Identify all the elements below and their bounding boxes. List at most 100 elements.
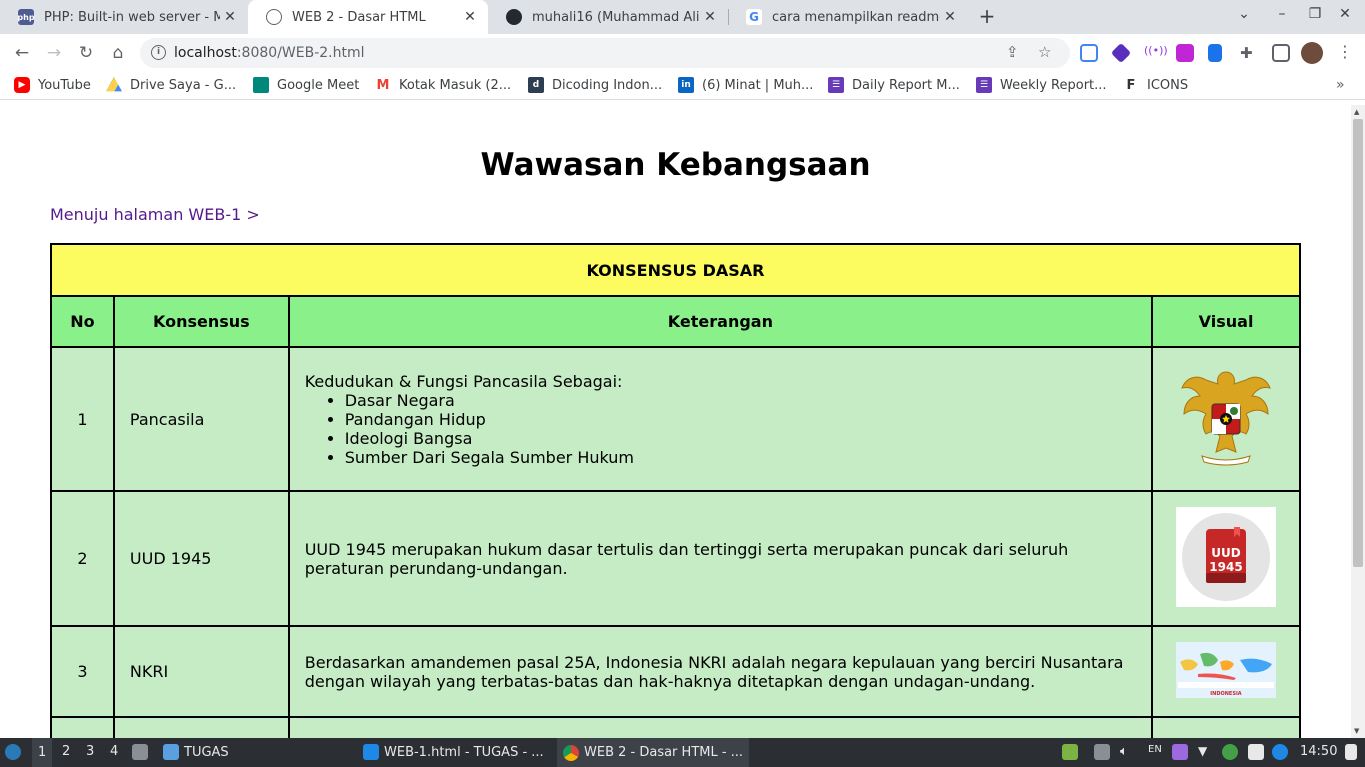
bookmark-weekly-report[interactable]: ☰ Weekly Report... bbox=[976, 77, 1107, 93]
tab-web2[interactable]: WEB 2 - Dasar HTML ✕ bbox=[248, 0, 488, 34]
forms-icon: ☰ bbox=[828, 77, 844, 93]
tab-strip: php PHP: Built-in web server - M ✕ WEB 2… bbox=[0, 0, 1365, 34]
extension-pen-icon[interactable] bbox=[1176, 44, 1194, 62]
scrollbar-thumb[interactable] bbox=[1353, 119, 1363, 567]
table-row: 3 NKRI Berdasarkan amandemen pasal 25A, … bbox=[50, 625, 1301, 718]
row-number bbox=[50, 716, 115, 738]
keterangan-text: UUD 1945 merupakan hukum dasar tertulis … bbox=[304, 539, 1069, 578]
start-menu-button[interactable] bbox=[5, 744, 26, 760]
back-button[interactable]: ← bbox=[11, 42, 33, 64]
reload-button[interactable]: ↻ bbox=[75, 42, 97, 64]
bookmark-icons[interactable]: F ICONS bbox=[1123, 77, 1188, 93]
share-icon[interactable]: ⇪ bbox=[1006, 43, 1019, 61]
site-info-icon[interactable]: i bbox=[151, 45, 166, 60]
scroll-down-icon[interactable]: ▼ bbox=[1354, 727, 1359, 735]
map-label: INDONESIA bbox=[1210, 691, 1242, 697]
minimize-button[interactable]: – bbox=[1272, 6, 1292, 22]
close-window-button[interactable]: ✕ bbox=[1335, 6, 1355, 22]
chrome-window[interactable]: WEB 2 - Dasar HTML - ... bbox=[557, 738, 750, 767]
bookmark-label: Dicoding Indon... bbox=[552, 77, 663, 93]
extension-docs-icon[interactable] bbox=[1080, 44, 1098, 62]
bookmark-gmail[interactable]: M Kotak Masuk (2... bbox=[375, 77, 511, 93]
bookmark-meet[interactable]: Google Meet bbox=[253, 77, 359, 93]
page-viewport: Wawasan Kebangsaan Menuju halaman WEB-1 … bbox=[0, 105, 1351, 738]
visual-cell: UUD 1945 bbox=[1151, 490, 1301, 627]
tab-search-chevron-icon[interactable]: ⌄ bbox=[1234, 6, 1254, 22]
address-bar[interactable]: i localhost:8080/WEB-2.html ⇪ ☆ bbox=[140, 38, 1070, 68]
gmail-icon: M bbox=[375, 77, 391, 93]
pen-icon[interactable] bbox=[1172, 744, 1188, 760]
close-icon[interactable]: ✕ bbox=[220, 9, 240, 25]
tab-github[interactable]: muhali16 (Muhammad Ali F ✕ bbox=[488, 0, 728, 34]
file-manager-launcher[interactable] bbox=[132, 744, 153, 760]
year-text: 1945 bbox=[1209, 560, 1242, 574]
keyboard-layout[interactable]: EN bbox=[1148, 744, 1162, 755]
notes-icon[interactable] bbox=[1248, 744, 1264, 760]
extension-translate-icon[interactable] bbox=[1208, 44, 1222, 62]
update-icon[interactable] bbox=[1062, 744, 1078, 760]
workspace-1[interactable]: 1 bbox=[32, 738, 53, 767]
folder-tugas-window[interactable]: TUGAS bbox=[163, 744, 229, 760]
bookmark-youtube[interactable]: ▶ YouTube bbox=[14, 77, 91, 93]
puzzle-icon[interactable]: ✚ bbox=[1240, 44, 1258, 62]
extension-badge-icon[interactable] bbox=[1110, 42, 1132, 64]
system-taskbar: 1 2 3 4 TUGAS WEB-1.html - TUGAS - ... W… bbox=[0, 738, 1365, 767]
bookmark-dicoding[interactable]: d Dicoding Indon... bbox=[528, 77, 662, 93]
visual-cell bbox=[1151, 346, 1301, 492]
home-button[interactable]: ⌂ bbox=[107, 42, 129, 64]
status-icon[interactable] bbox=[1222, 744, 1238, 760]
youtube-icon: ▶ bbox=[14, 77, 30, 93]
bookmarks-overflow-icon[interactable]: » bbox=[1336, 77, 1345, 93]
table-row bbox=[50, 716, 1301, 738]
tab-google-search[interactable]: G cara menampilkan readme ✕ bbox=[728, 0, 968, 34]
workspace-3[interactable]: 3 bbox=[86, 744, 94, 759]
maximize-button[interactable]: ❐ bbox=[1305, 6, 1325, 22]
dicoding-icon: d bbox=[528, 77, 544, 93]
close-icon[interactable]: ✕ bbox=[700, 9, 720, 25]
bookmark-label: Weekly Report... bbox=[1000, 77, 1107, 93]
fungsi-list: Dasar Negara Pandangan Hidup Ideologi Ba… bbox=[345, 391, 1136, 467]
tab-label: PHP: Built-in web server - M bbox=[44, 9, 220, 25]
wifi-icon[interactable]: ▼ bbox=[1198, 744, 1214, 760]
bookmark-linkedin[interactable]: in (6) Minat | Muh... bbox=[678, 77, 813, 93]
window-label: WEB-1.html - TUGAS - ... bbox=[384, 744, 544, 760]
scroll-up-icon[interactable]: ▲ bbox=[1354, 108, 1359, 116]
column-header-no: No bbox=[50, 295, 115, 348]
clipboard-icon[interactable] bbox=[1094, 744, 1110, 760]
bookmark-label: YouTube bbox=[38, 77, 91, 93]
bookmark-daily-report[interactable]: ☰ Daily Report M... bbox=[828, 77, 960, 93]
forms-icon: ☰ bbox=[976, 77, 992, 93]
notifications-icon[interactable] bbox=[1272, 744, 1288, 760]
avatar[interactable] bbox=[1301, 42, 1323, 64]
row-number: 1 bbox=[50, 346, 115, 492]
clock[interactable]: 14:50 bbox=[1300, 744, 1337, 759]
list-item: Pandangan Hidup bbox=[345, 410, 1136, 429]
php-icon: php bbox=[17, 9, 35, 25]
bookmark-drive[interactable]: Drive Saya - G... bbox=[106, 77, 236, 93]
page-scrollbar[interactable]: ▲ ▼ bbox=[1351, 105, 1365, 738]
workspace-label: 4 bbox=[110, 744, 119, 759]
workspace-4[interactable]: 4 bbox=[110, 744, 118, 759]
new-tab-button[interactable]: + bbox=[976, 5, 998, 27]
globe-icon bbox=[266, 9, 282, 25]
show-desktop-icon[interactable] bbox=[1345, 744, 1357, 760]
workspace-2[interactable]: 2 bbox=[62, 744, 70, 759]
side-panel-icon[interactable] bbox=[1272, 44, 1290, 62]
url-text[interactable]: localhost:8080/WEB-2.html bbox=[174, 45, 365, 61]
forward-button[interactable]: → bbox=[43, 42, 65, 64]
extension-broadcast-icon[interactable]: ((•)) bbox=[1144, 44, 1168, 62]
row-number: 3 bbox=[50, 625, 115, 718]
page-title: Wawasan Kebangsaan bbox=[480, 147, 871, 183]
bookmark-star-icon[interactable]: ☆ bbox=[1038, 43, 1051, 61]
vscode-window[interactable]: WEB-1.html - TUGAS - ... bbox=[363, 744, 544, 760]
web1-link[interactable]: Menuju halaman WEB-1 > bbox=[50, 205, 260, 224]
file-manager-icon bbox=[132, 744, 148, 760]
window-label: TUGAS bbox=[184, 744, 229, 760]
close-icon[interactable]: ✕ bbox=[940, 9, 960, 25]
close-icon[interactable]: ✕ bbox=[460, 9, 480, 25]
google-icon: G bbox=[746, 9, 762, 25]
menu-dots-icon[interactable]: ⋮ bbox=[1337, 42, 1353, 61]
volume-icon[interactable]: 🔈︎ bbox=[1120, 744, 1136, 760]
tab-php-docs[interactable]: php PHP: Built-in web server - M ✕ bbox=[0, 0, 248, 34]
keyboard-layout-label: EN bbox=[1148, 744, 1162, 755]
